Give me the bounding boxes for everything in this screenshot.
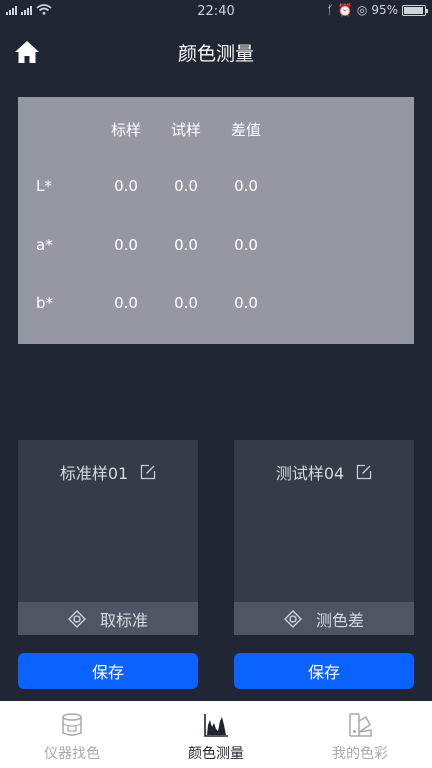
row-label-a: a*: [36, 236, 53, 254]
target-icon: [284, 609, 302, 628]
location-icon: ◎: [356, 3, 368, 17]
column-header-standard: 标样: [110, 121, 141, 139]
l-standard-value: 0.0: [114, 177, 138, 195]
a-standard-value: 0.0: [114, 236, 138, 254]
tab-bar: 仪器找色 颜色测量 我的色彩: [0, 701, 432, 768]
results-table: 标样 试样 差值 L* 0.0 0.0 0.0 a* 0.0 0.0 0.0 b…: [18, 97, 414, 344]
edit-icon[interactable]: [356, 464, 372, 480]
instrument-icon: [62, 713, 82, 736]
nav-bar: 颜色测量: [0, 24, 432, 80]
save-standard-button[interactable]: 保存: [18, 653, 198, 689]
take-standard-label: 取标准: [99, 610, 148, 630]
l-difference-value: 0.0: [234, 177, 258, 195]
bluetooth-icon: ᚶ: [326, 3, 334, 17]
page-title: 颜色测量: [177, 43, 254, 65]
color-fan-icon: [349, 713, 372, 737]
column-header-trial: 试样: [170, 121, 201, 139]
row-label-b: b*: [36, 294, 54, 312]
measure-difference-button[interactable]: 测色差: [234, 602, 414, 635]
target-icon: [68, 609, 86, 628]
measure-difference-label: 测色差: [315, 610, 364, 630]
tab-label: 仪器找色: [44, 746, 100, 762]
column-header-difference: 差值: [230, 121, 261, 139]
trial-sample-card: 测试样04 测色差: [234, 440, 414, 635]
standard-sample-header: 标准样01: [18, 460, 198, 484]
tab-my-colors[interactable]: 我的色彩: [288, 701, 432, 768]
b-difference-value: 0.0: [234, 294, 258, 312]
tab-label: 我的色彩: [332, 746, 388, 762]
status-bar: 22:40 ᚶ ⏰ ◎ 95%: [0, 0, 432, 24]
b-trial-value: 0.0: [174, 294, 198, 312]
save-trial-button[interactable]: 保存: [234, 653, 414, 689]
standard-sample-card: 标准样01 取标准: [18, 440, 198, 635]
l-trial-value: 0.0: [174, 177, 198, 195]
battery-icon: [402, 4, 428, 16]
tab-instrument-find-color[interactable]: 仪器找色: [0, 701, 144, 768]
a-trial-value: 0.0: [174, 236, 198, 254]
spectrum-icon: [204, 714, 228, 737]
battery-percent: 95%: [371, 3, 398, 17]
trial-sample-header: 测试样04: [234, 460, 414, 484]
take-standard-button[interactable]: 取标准: [18, 602, 198, 635]
trial-sample-name: 测试样04: [275, 464, 345, 483]
edit-icon[interactable]: [140, 464, 156, 480]
alarm-icon: ⏰: [337, 3, 353, 17]
row-label-l: L*: [36, 177, 52, 195]
status-indicators: ᚶ ⏰ ◎ 95%: [326, 3, 428, 17]
standard-sample-name: 标准样01: [59, 464, 129, 483]
tab-label: 颜色测量: [188, 746, 244, 762]
b-standard-value: 0.0: [114, 294, 138, 312]
a-difference-value: 0.0: [234, 236, 258, 254]
tab-color-measurement[interactable]: 颜色测量: [144, 701, 288, 768]
